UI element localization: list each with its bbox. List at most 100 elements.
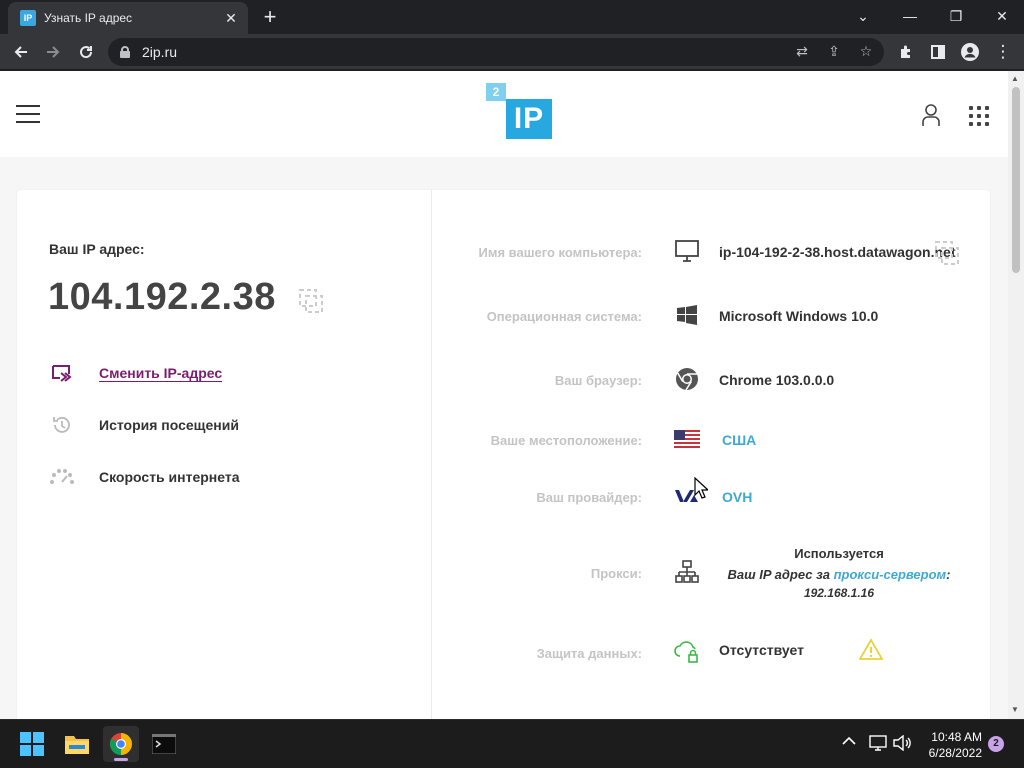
profile-icon[interactable] [957,39,983,65]
chrome-icon [674,366,700,392]
terminal-button[interactable] [146,726,182,762]
clock-date: 6/28/2022 [928,746,982,760]
us-flag-icon [674,426,700,452]
translate-icon[interactable]: ⇄ [792,43,812,60]
folder-icon [65,736,89,754]
proxy-label: Прокси: [590,566,642,581]
os-label: Операционная система: [486,309,642,324]
computer-name-value: ip-104-192-2-38.host.datawagon.net [719,244,956,260]
browser-value: Chrome 103.0.0.0 [719,372,835,388]
os-value: Microsoft Windows 10.0 [719,308,879,324]
proxy-prefix: Ваш IP адрес за [727,567,834,582]
back-button[interactable] [8,39,34,65]
change-ip-label[interactable]: Сменить IP-адрес [99,365,223,382]
history-icon [49,412,75,438]
speed-label[interactable]: Скорость интернета [99,469,240,485]
location-label: Ваше местоположение: [490,433,642,448]
speed-icon [49,464,75,490]
protection-label: Защита данных: [536,646,642,661]
computer-name-label: Имя вашего компьютера: [478,245,642,260]
terminal-icon [152,734,176,754]
provider-value[interactable]: OVH [722,489,752,505]
system-clock[interactable]: 10:48 AM 6/28/2022 [918,729,982,761]
chrome-taskbar-button[interactable] [103,726,139,762]
start-button[interactable] [14,726,50,762]
provider-label: Ваш провайдер: [536,490,642,505]
ip-label: Ваш IP адрес: [49,241,145,257]
active-app-indicator [114,758,128,761]
address-bar[interactable]: 2ip.ru ⇄ ⇪ ☆ [108,38,884,66]
extensions-icon[interactable] [893,39,919,65]
chrome-logo-icon [110,733,132,755]
copy-ip-icon[interactable] [298,288,324,314]
windows-taskbar: 10:48 AM 6/28/2022 2 [0,719,1024,768]
mouse-cursor-icon [694,476,710,504]
history-link[interactable]: История посещений [49,412,239,438]
history-label[interactable]: История посещений [99,417,239,433]
file-explorer-button[interactable] [59,726,95,762]
copy-hostname-icon[interactable] [934,240,960,271]
proxy-info: Используется Ваш IP адрес за прокси-серв… [719,546,959,600]
ip-address-value[interactable]: 104.192.2.38 [48,276,276,319]
warning-icon[interactable] [858,638,884,665]
network-status-icon[interactable] [869,735,887,754]
show-hidden-icons-icon[interactable] [842,734,856,749]
side-panel-icon[interactable] [925,39,951,65]
share-icon[interactable]: ⇪ [824,43,844,60]
logo-small-badge: 2 [486,83,506,101]
close-window-button[interactable]: ✕ [987,4,1017,28]
scrollbar-thumb[interactable] [1012,87,1020,273]
proxy-address: 192.168.1.16 [803,586,875,600]
lock-icon[interactable] [120,46,130,58]
back-arrow-icon [14,46,27,58]
scroll-down-arrow-icon[interactable]: ▼ [1011,705,1019,714]
browser-label: Ваш браузер: [554,373,642,388]
reload-button[interactable] [73,39,99,65]
windows-start-icon [20,732,44,756]
user-account-icon[interactable] [920,103,942,132]
puzzle-icon [901,45,910,58]
logo-main-badge: IP [506,99,552,139]
proxy-suffix: : [946,567,951,582]
browser-tab[interactable]: IP Узнать IP адрес ✕ [8,2,248,34]
close-tab-icon[interactable]: ✕ [222,10,240,27]
column-divider [431,190,432,719]
browser-toolbar: 2ip.ru ⇄ ⇪ ☆ ⋮ [0,34,1024,70]
clock-time: 10:48 AM [931,730,982,744]
new-tab-button[interactable]: + [258,6,282,30]
location-value[interactable]: США [722,432,756,448]
page-viewport: 2 IP Ваш IP адрес: 104.192.2.38 Сменить … [0,71,1008,719]
scroll-up-arrow-icon[interactable]: ▲ [1011,74,1019,83]
tab-favicon-icon: IP [20,10,36,26]
forward-button[interactable] [40,39,66,65]
ip-info-card: Ваш IP адрес: 104.192.2.38 Сменить IP-ад… [17,190,990,719]
windows-icon [674,302,700,328]
tab-strip: IP Узнать IP адрес ✕ + ⌄ — ❐ ✕ [0,0,1024,34]
restore-button[interactable]: ❐ [941,4,971,28]
forward-arrow-icon [47,46,60,58]
change-ip-link[interactable]: Сменить IP-адрес [49,360,223,386]
profile-avatar-icon [961,43,979,61]
speed-test-link[interactable]: Скорость интернета [49,464,240,490]
apps-grid-icon[interactable] [969,106,989,126]
notification-badge[interactable]: 2 [988,736,1004,752]
minimize-button[interactable]: — [895,4,925,28]
page-scrollbar[interactable]: ▲ ▼ [1008,71,1024,719]
url-text[interactable]: 2ip.ru [142,44,177,60]
tab-search-icon[interactable]: ⌄ [848,4,878,28]
chrome-menu-icon[interactable]: ⋮ [990,39,1016,65]
proxy-description: Ваш IP адрес за прокси-сервером: [719,567,959,582]
reload-icon [80,46,93,59]
cloud-lock-icon [674,639,700,665]
tab-title: Узнать IP адрес [44,11,133,25]
protection-value: Отсутствует [719,642,804,658]
site-logo[interactable]: 2 IP [486,83,552,141]
monitor-icon [674,238,700,264]
volume-icon[interactable] [893,734,911,754]
proxy-status: Используется [794,546,884,561]
network-icon [674,559,700,585]
hamburger-menu-icon[interactable] [16,105,40,123]
proxy-server-link[interactable]: прокси-сервером [834,567,947,582]
site-header: 2 IP [0,71,1008,157]
bookmark-star-icon[interactable]: ☆ [856,43,876,60]
